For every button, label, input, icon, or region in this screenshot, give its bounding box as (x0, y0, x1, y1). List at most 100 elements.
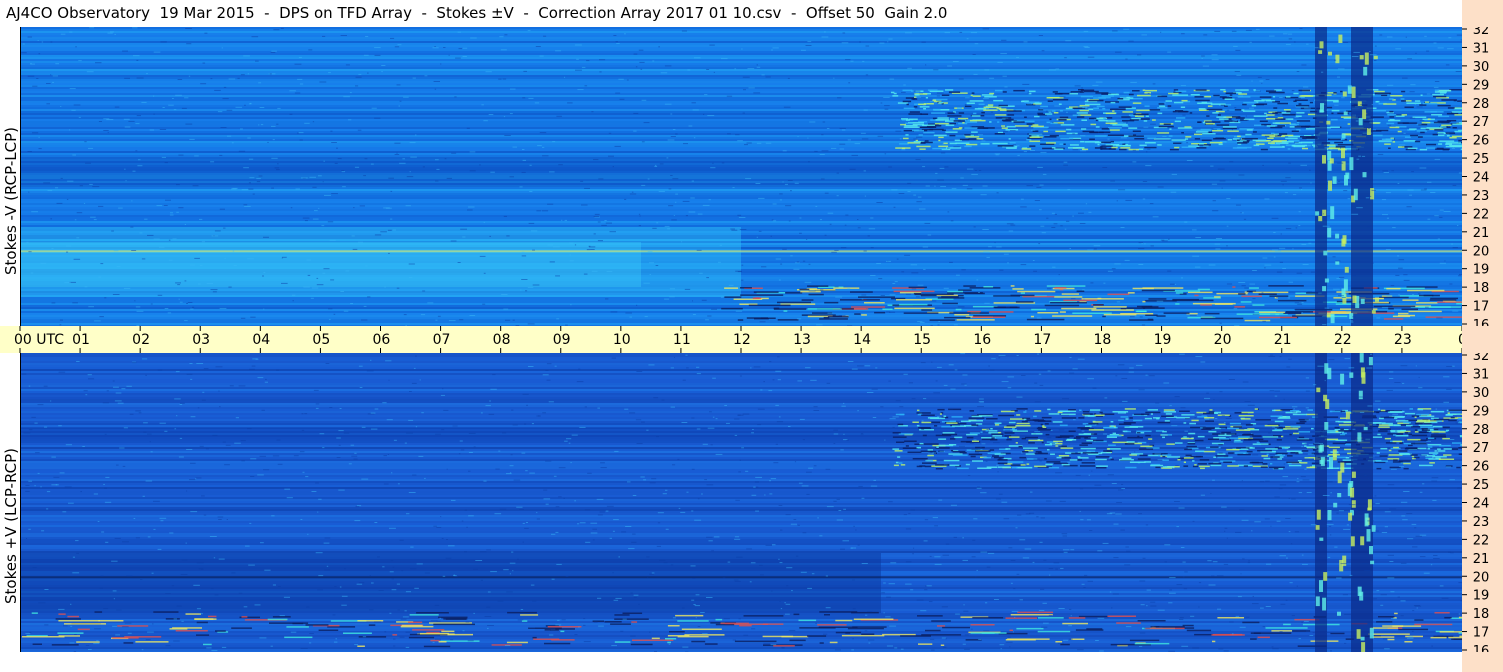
heatmap-noise (588, 245, 591, 247)
heatmap-noise (465, 621, 470, 623)
heatmap-rfi (630, 643, 653, 646)
heatmap-speckle (927, 89, 938, 91)
heatmap-speckle (983, 109, 998, 111)
heatmap-speckle (1407, 438, 1421, 441)
heatmap-speckle (1157, 421, 1171, 424)
heatmap-rfi (1175, 303, 1180, 305)
heatmap-speckle (937, 117, 949, 119)
heatmap-noise (848, 82, 851, 84)
heatmap-noise (435, 319, 438, 321)
heatmap-rfi (1444, 616, 1452, 619)
heatmap-speckle (1404, 412, 1416, 415)
heatmap-noise (180, 573, 188, 575)
heatmap-noise (304, 122, 310, 124)
heatmap-noise (1306, 492, 1312, 493)
heatmap-noise (1107, 138, 1110, 140)
heatmap-rfi (1278, 299, 1307, 302)
heatmap-noise (30, 62, 32, 64)
heatmap-noise (1039, 184, 1044, 186)
heatmap-noise (1364, 570, 1371, 571)
heatmap-noise (238, 150, 246, 152)
heatmap-speckle (1162, 455, 1166, 458)
heatmap-noise (503, 116, 506, 118)
heatmap-noise (782, 248, 787, 250)
heatmap-speckle (1452, 442, 1462, 444)
heatmap-noise (243, 55, 250, 57)
heatmap-speckle (920, 126, 937, 128)
heatmap-noise (177, 79, 183, 80)
heatmap-rfi (1392, 625, 1422, 627)
heatmap-noise (315, 403, 320, 405)
heatmap-speckle (1389, 116, 1395, 118)
heatmap-speckle (1293, 432, 1300, 435)
heatmap-speckle (1335, 146, 1346, 148)
heatmap-noise (467, 209, 473, 211)
heatmap-noise (435, 159, 439, 161)
heatmap-speckle (1229, 422, 1241, 425)
heatmap-speckle (1398, 146, 1405, 148)
heatmap-noise (1300, 164, 1307, 166)
heatmap-noise (1033, 270, 1037, 272)
heatmap-column-speckle (1370, 188, 1375, 200)
heatmap-noise (889, 294, 896, 296)
heatmap-speckle (1239, 95, 1244, 98)
heatmap-band (21, 189, 1462, 191)
heatmap-band (21, 521, 1462, 523)
heatmap-noise (300, 177, 308, 179)
heatmap-speckle (1331, 109, 1340, 112)
heatmap-noise (366, 370, 374, 372)
heatmap-noise (1123, 28, 1130, 30)
heatmap-band (21, 207, 1462, 209)
heatmap-noise (704, 479, 707, 481)
heatmap-noise (599, 59, 606, 61)
heatmap-speckle (1162, 466, 1175, 468)
heatmap-noise (649, 482, 656, 484)
heatmap-speckle (1204, 417, 1215, 419)
heatmap-speckle (1112, 110, 1115, 112)
heatmap-speckle (1371, 422, 1386, 424)
heatmap-column-speckle (1359, 591, 1364, 601)
heatmap-noise (299, 451, 305, 453)
heatmap-noise (415, 134, 417, 136)
heatmap-speckle (1414, 431, 1419, 433)
heatmap-noise (609, 537, 612, 539)
heatmap-noise (348, 119, 352, 121)
heatmap-noise (834, 286, 839, 288)
heatmap-speckle (1172, 94, 1189, 96)
heatmap-noise (293, 455, 299, 457)
heatmap-speckle (1270, 126, 1283, 129)
heatmap-noise (542, 210, 549, 212)
heatmap-noise (76, 212, 83, 214)
heatmap-noise (1017, 514, 1022, 516)
heatmap-noise (710, 444, 713, 446)
heatmap-noise (328, 308, 333, 310)
heatmap-noise (735, 499, 740, 501)
heatmap-rfi (284, 636, 313, 639)
heatmap-noise (153, 500, 160, 502)
heatmap-noise (1387, 124, 1392, 126)
heatmap-noise (797, 136, 799, 138)
heatmap-noise (907, 67, 912, 69)
heatmap-noise (186, 303, 188, 304)
heatmap-noise (194, 155, 199, 157)
heatmap-speckle (1076, 116, 1085, 118)
heatmap-noise (235, 106, 243, 108)
heatmap-noise (1184, 571, 1188, 573)
heatmap-noise (775, 370, 782, 372)
heatmap-noise (629, 316, 632, 318)
heatmap-rfi (1212, 634, 1238, 636)
heatmap-speckle (1296, 112, 1305, 114)
heatmap-noise (177, 284, 181, 286)
heatmap-speckle (1252, 131, 1257, 133)
heatmap-noise (1288, 531, 1291, 533)
heatmap-noise (611, 645, 617, 647)
heatmap-noise (432, 47, 439, 49)
heatmap-noise (361, 426, 366, 428)
heatmap-rfi (1076, 290, 1085, 292)
heatmap-band (21, 191, 1462, 193)
heatmap-speckle (1234, 109, 1242, 111)
heatmap-speckle (1186, 445, 1197, 448)
heatmap-noise (63, 625, 68, 627)
heatmap-noise (907, 191, 911, 192)
heatmap-speckle (1095, 126, 1100, 128)
